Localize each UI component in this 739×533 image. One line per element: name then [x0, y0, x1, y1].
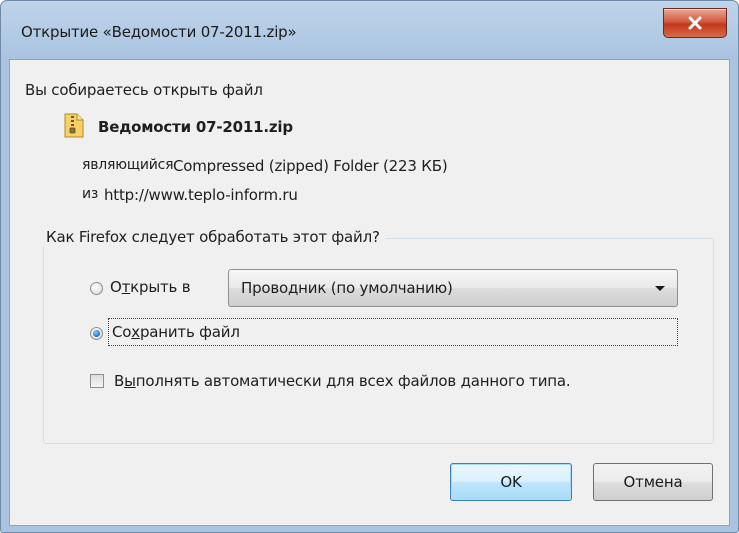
- open-with-label[interactable]: Открыть в: [110, 278, 191, 296]
- close-button[interactable]: [663, 8, 727, 38]
- open-with-radio[interactable]: [90, 282, 103, 295]
- file-type-value: Compressed (zipped) Folder (223 КБ): [173, 157, 448, 175]
- prompt-text: Вы собираетесь открыть файл: [25, 81, 263, 99]
- file-source-value: http://www.teplo-inform.ru: [104, 186, 298, 204]
- cancel-button[interactable]: Отмена: [593, 463, 713, 501]
- auto-action-checkbox[interactable]: [90, 374, 104, 388]
- file-name: Ведомости 07-2011.zip: [98, 118, 293, 136]
- application-select[interactable]: Проводник (по умолчанию): [228, 269, 678, 307]
- window-title: Открытие «Ведомости 07-2011.zip»: [21, 23, 297, 41]
- auto-action-label[interactable]: Выполнять автоматически для всех файлов …: [114, 372, 571, 390]
- file-type-label: являющийся: [82, 157, 174, 173]
- save-file-label[interactable]: Сохранить файл: [112, 323, 240, 341]
- save-file-radio[interactable]: [90, 327, 103, 340]
- dialog-window: Открытие «Ведомости 07-2011.zip» Вы соби…: [0, 0, 739, 533]
- ok-button[interactable]: OK: [450, 463, 572, 501]
- action-group-legend: Как Firefox следует обработать этот файл…: [40, 228, 386, 246]
- close-icon: [688, 16, 702, 30]
- title-bar[interactable]: Открытие «Ведомости 07-2011.zip»: [1, 1, 738, 59]
- file-source-label: из: [82, 186, 99, 202]
- dialog-body: Вы собираетесь открыть файл Ведомости 07…: [9, 59, 730, 526]
- zip-folder-icon: [64, 113, 84, 138]
- application-select-value: Проводник (по умолчанию): [241, 279, 453, 297]
- chevron-down-icon: [655, 286, 665, 291]
